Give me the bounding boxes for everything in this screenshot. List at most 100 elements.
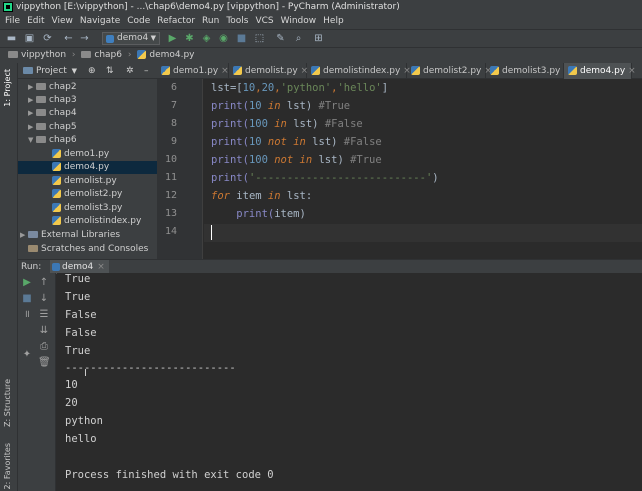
tree-item-label: chap4 — [49, 108, 77, 118]
breadcrumb-folder[interactable]: chap6 — [94, 50, 122, 60]
menu-run[interactable]: Run — [202, 16, 219, 26]
trash-icon[interactable]: 🗑 — [38, 357, 51, 369]
tab-demolistindex[interactable]: demolistindex.py × — [307, 63, 411, 79]
menu-help[interactable]: Help — [323, 16, 344, 26]
chevron-right-icon: ▶ — [20, 231, 26, 239]
menu-tools[interactable]: Tools — [226, 16, 248, 26]
debug-icon[interactable]: ✱ — [184, 33, 195, 44]
tree-item-demolist[interactable]: demolist.py — [52, 175, 117, 188]
tree-item-label: chap6 — [49, 135, 77, 145]
chevron-right-icon: ▶ — [28, 109, 34, 117]
down-arrow-icon[interactable]: ↓ — [38, 293, 50, 305]
save-icon[interactable]: ▣ — [24, 33, 35, 44]
print-icon[interactable]: ⎙ — [38, 341, 50, 353]
python-file-icon — [52, 216, 61, 225]
folder-icon — [8, 51, 18, 58]
line-number: 14 — [164, 226, 177, 237]
tree-item-chap4[interactable]: ▶ chap4 — [28, 107, 77, 120]
run-configuration-select[interactable]: demo4 ▼ — [102, 32, 160, 45]
tree-item-demo4[interactable]: demo4.py — [18, 161, 157, 174]
coverage-icon[interactable]: ◈ — [201, 33, 212, 44]
stop-icon[interactable]: ■ — [21, 293, 33, 305]
breadcrumb-project[interactable]: vippython — [21, 50, 66, 60]
project-panel-title[interactable]: Project — [36, 66, 67, 76]
locate-icon[interactable]: ⊕ — [88, 63, 96, 79]
tree-item-demolistindex[interactable]: demolistindex.py — [52, 215, 141, 228]
tree-item-demolist3[interactable]: demolist3.py — [52, 202, 122, 215]
project-tool-button[interactable]: 1: Project — [3, 69, 12, 107]
tree-item-demo1[interactable]: demo1.py — [52, 148, 109, 161]
gear-icon[interactable]: ✲ — [126, 63, 134, 79]
python-file-icon — [161, 66, 170, 75]
stop-icon[interactable]: ■ — [236, 33, 247, 44]
project-structure-icon[interactable]: ⊞ — [313, 33, 324, 44]
menu-file[interactable]: File — [5, 16, 20, 26]
soft-wrap-icon[interactable]: ☰ — [38, 309, 50, 321]
profile-icon[interactable]: ◉ — [218, 33, 229, 44]
search-icon[interactable]: ⌕ — [293, 33, 304, 44]
line-number: 10 — [164, 154, 177, 165]
console-output[interactable]: True True False False True -------------… — [57, 273, 642, 491]
output-line: 20 — [65, 397, 78, 409]
menu-code[interactable]: Code — [127, 16, 150, 26]
menu-edit[interactable]: Edit — [27, 16, 44, 26]
close-icon[interactable]: × — [221, 66, 229, 76]
tree-item-label: demo4.py — [64, 162, 110, 172]
tab-demolist2[interactable]: demolist2.py × — [407, 63, 492, 79]
tree-item-scratches[interactable]: Scratches and Consoles — [28, 243, 148, 256]
tab-demolist3[interactable]: demolist3.py× — [486, 63, 571, 79]
menu-refactor[interactable]: Refactor — [157, 16, 195, 26]
run-panel-header: Run: demo4 × — [18, 259, 642, 274]
menu-window[interactable]: Window — [281, 16, 317, 26]
close-icon[interactable]: × — [97, 262, 105, 272]
python-file-icon — [411, 66, 420, 75]
tab-demo1[interactable]: demo1.py × — [157, 63, 229, 79]
close-icon[interactable]: × — [628, 66, 636, 76]
tree-item-chap5[interactable]: ▶ chap5 — [28, 121, 77, 134]
breadcrumb-separator-icon: › — [127, 50, 132, 60]
output-line: True — [65, 273, 91, 285]
menu-navigate[interactable]: Navigate — [80, 16, 120, 26]
pause-icon[interactable]: ॥ — [21, 309, 33, 321]
line-number: 8 — [170, 118, 177, 129]
python-file-icon — [490, 66, 499, 75]
menu-vcs[interactable]: VCS — [255, 16, 273, 26]
tree-item-label: demolist2.py — [64, 189, 123, 199]
tree-item-chap2[interactable]: ▶ chap2 — [28, 81, 77, 94]
tree-item-demolist2[interactable]: demolist2.py — [52, 188, 122, 201]
favorites-tool-button[interactable]: 2: Favorites — [3, 443, 12, 489]
vcs-icon[interactable]: ⬚ — [254, 33, 265, 44]
menu-view[interactable]: View — [52, 16, 73, 26]
python-file-icon — [52, 162, 61, 171]
collapse-all-icon[interactable]: ⇅ — [106, 63, 114, 79]
pin-icon[interactable]: ✦ — [21, 349, 33, 361]
up-arrow-icon[interactable]: ↑ — [38, 277, 50, 289]
sync-icon[interactable]: ⟳ — [42, 33, 53, 44]
breadcrumb-file[interactable]: demo4.py — [149, 50, 194, 60]
chevron-down-icon[interactable]: ▼ — [72, 67, 77, 75]
open-folder-icon[interactable]: ▬ — [6, 33, 17, 44]
breadcrumb-separator-icon: › — [71, 50, 76, 60]
scroll-to-end-icon[interactable]: ⇊ — [38, 325, 50, 337]
structure-tool-button[interactable]: Z: Structure — [3, 379, 12, 427]
output-line: False — [65, 327, 97, 339]
chevron-down-icon: ▼ — [150, 34, 156, 42]
back-arrow-icon[interactable]: ← — [63, 33, 74, 44]
python-file-icon — [52, 189, 61, 198]
tab-label: demolist3.py — [502, 66, 561, 76]
tree-item-label: demolist3.py — [64, 203, 123, 213]
rerun-icon[interactable]: ▶ — [21, 277, 33, 289]
run-icon[interactable]: ▶ — [167, 33, 178, 44]
line-number: 13 — [164, 208, 177, 219]
forward-arrow-icon[interactable]: → — [79, 33, 90, 44]
tree-item-chap6[interactable]: ▼ chap6 — [28, 134, 77, 147]
tree-item-chap3[interactable]: ▶ chap3 — [28, 94, 77, 107]
tab-demolist[interactable]: demolist.py × — [229, 63, 308, 79]
tab-demo4[interactable]: demo4.py × — [564, 63, 636, 79]
run-tab-demo4[interactable]: demo4 × — [50, 260, 109, 274]
tree-item-external-libraries[interactable]: ▶ External Libraries — [20, 229, 120, 242]
hide-panel-icon[interactable]: – — [144, 63, 149, 79]
library-icon — [28, 231, 38, 238]
settings-wrench-icon[interactable]: ✎ — [275, 33, 286, 44]
code-editor[interactable]: lst=[10,20,'python','hello'] print(10 in… — [204, 79, 642, 259]
